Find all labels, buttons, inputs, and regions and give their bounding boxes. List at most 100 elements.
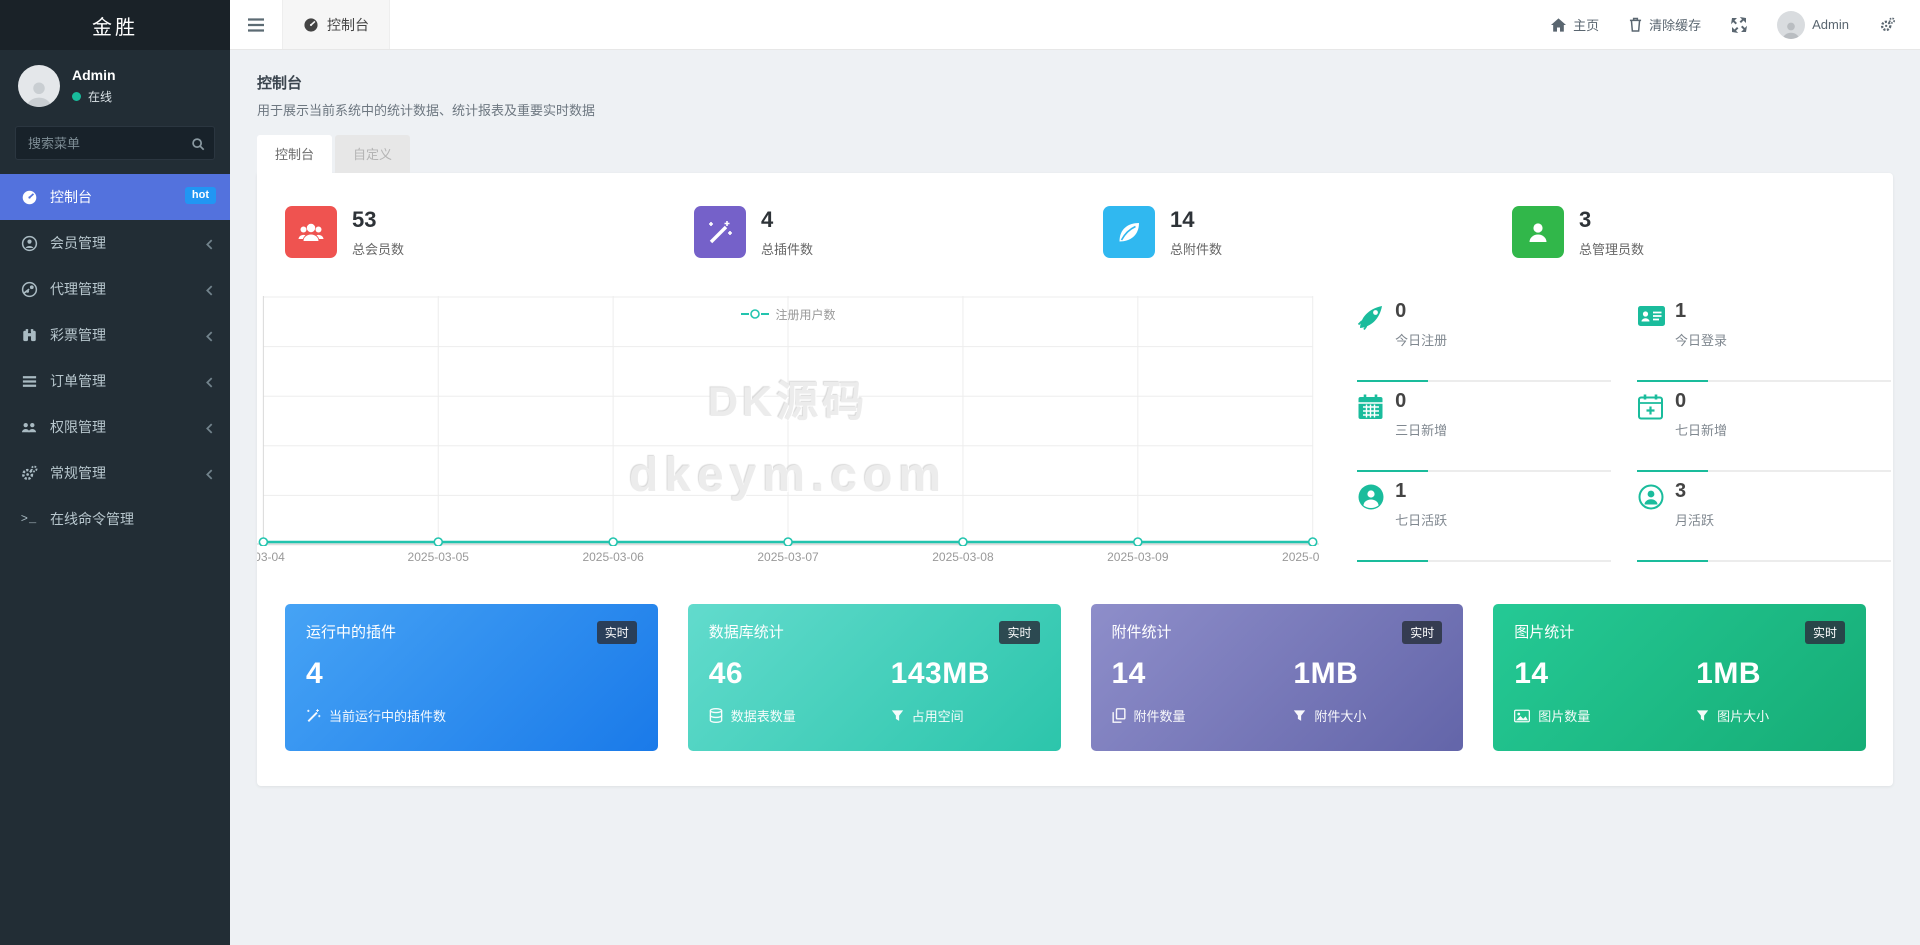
hot-badge: hot	[185, 187, 216, 204]
mini-stat-today-registered: 0今日注册	[1357, 296, 1611, 386]
mini-stat-underline	[1637, 470, 1891, 472]
sidebar-item-general[interactable]: 常规管理	[0, 450, 230, 496]
line-chart-plot[interactable]	[257, 296, 1319, 546]
binoculars-icon	[19, 327, 39, 344]
content-tabs: 控制台 自定义	[257, 135, 1893, 173]
image-icon	[1514, 709, 1530, 723]
mini-stat-7day-new: 0七日新增	[1637, 386, 1891, 476]
id-card-icon	[1637, 300, 1675, 380]
sidebar-item-permissions[interactable]: 权限管理	[0, 404, 230, 450]
mini-stat-3day-new: 0三日新增	[1357, 386, 1611, 476]
sidebar: 金胜 Admin 在线 控制台 hot 会员管理	[0, 0, 230, 945]
mini-stat-underline	[1357, 380, 1611, 382]
terminal-icon: >_	[19, 512, 39, 526]
card-running-plugins[interactable]: 运行中的插件实时 4 当前运行中的插件数	[285, 604, 658, 751]
sidebar-item-agents[interactable]: 代理管理	[0, 266, 230, 312]
mini-stat-underline	[1357, 560, 1611, 562]
summary-cards-row: 运行中的插件实时 4 当前运行中的插件数 数据库统计实时	[285, 604, 1866, 751]
sidebar-menu: 控制台 hot 会员管理 代理管理 彩票管理	[0, 174, 230, 542]
menu-search	[15, 126, 215, 160]
avatar	[18, 65, 60, 107]
copy-icon	[1112, 708, 1126, 723]
stat-total-attachments: 14总附件数	[1075, 206, 1484, 258]
dashboard-icon	[303, 17, 319, 33]
calendar-plus-icon	[1637, 390, 1675, 470]
realtime-badge: 实时	[999, 621, 1039, 644]
settings-button[interactable]	[1879, 17, 1896, 33]
registered-users-chart: 注册用户数 DK源码 dkeym.com 03-042025-03-052025…	[257, 296, 1319, 566]
search-input[interactable]	[15, 126, 215, 160]
chart-x-axis-labels: 03-042025-03-052025-03-062025-03-072025-…	[257, 546, 1319, 566]
realtime-badge: 实时	[597, 621, 637, 644]
magic-wand-icon	[306, 708, 321, 723]
fullscreen-button[interactable]	[1731, 17, 1747, 33]
sidebar-item-members[interactable]: 会员管理	[0, 220, 230, 266]
card-attachment-stats[interactable]: 附件统计实时 14 附件数量 1MB	[1091, 604, 1464, 751]
filter-icon	[1293, 709, 1306, 723]
topbar: 控制台 主页 清除缓存 Admin	[230, 0, 1920, 50]
topbar-user[interactable]: Admin	[1777, 11, 1849, 39]
sidebar-toggle-button[interactable]	[230, 0, 282, 49]
agent-icon	[19, 281, 39, 298]
list-icon	[19, 373, 39, 390]
members-icon	[285, 206, 337, 258]
app-logo: 金胜	[0, 0, 230, 50]
sidebar-item-orders[interactable]: 订单管理	[0, 358, 230, 404]
mini-stats-grid: 0今日注册 1今日登录	[1357, 296, 1891, 566]
admin-icon	[1512, 206, 1564, 258]
page-subtitle: 用于展示当前系统中的统计数据、统计报表及重要实时数据	[257, 100, 1893, 119]
filter-icon	[891, 709, 904, 723]
stat-total-members: 53总会员数	[257, 206, 666, 258]
chevron-left-icon	[205, 235, 214, 251]
chevron-left-icon	[205, 419, 214, 435]
realtime-badge: 实时	[1805, 621, 1845, 644]
mini-stat-today-login: 1今日登录	[1637, 296, 1891, 386]
cogs-icon	[19, 465, 39, 482]
leaf-icon	[1103, 206, 1155, 258]
mini-stat-underline	[1637, 380, 1891, 382]
avatar	[1777, 11, 1805, 39]
stat-total-admins: 3总管理员数	[1484, 206, 1893, 258]
page-title: 控制台	[257, 72, 1893, 93]
card-image-stats[interactable]: 图片统计实时 14 图片数量 1MB	[1493, 604, 1866, 751]
user-status: 在线	[72, 88, 116, 105]
member-icon	[19, 235, 39, 252]
sidebar-item-online-command[interactable]: >_ 在线命令管理	[0, 496, 230, 542]
database-icon	[709, 708, 723, 723]
online-dot-icon	[72, 92, 81, 101]
mini-stat-7day-active: 1七日活跃	[1357, 476, 1611, 566]
clear-cache-button[interactable]: 清除缓存	[1629, 15, 1701, 34]
users-group-icon	[19, 419, 39, 436]
mini-stat-month-active: 3月活跃	[1637, 476, 1891, 566]
user-circle-outline-icon	[1637, 480, 1675, 560]
chevron-left-icon	[205, 465, 214, 481]
trash-icon	[1629, 17, 1642, 32]
user-silhouette-icon	[24, 77, 54, 107]
stat-total-plugins: 4总插件数	[666, 206, 1075, 258]
topbar-tab-dashboard[interactable]: 控制台	[282, 0, 390, 49]
mini-stat-underline	[1357, 470, 1611, 472]
card-database-stats[interactable]: 数据库统计实时 46 数据表数量 143MB	[688, 604, 1061, 751]
sidebar-item-lottery[interactable]: 彩票管理	[0, 312, 230, 358]
search-icon	[191, 135, 205, 153]
dashboard-icon	[19, 189, 39, 206]
fullscreen-icon	[1731, 17, 1747, 33]
chevron-left-icon	[205, 327, 214, 343]
rocket-icon	[1357, 300, 1395, 380]
realtime-badge: 实时	[1402, 621, 1442, 644]
tab-dashboard[interactable]: 控制台	[257, 135, 332, 173]
chevron-left-icon	[205, 373, 214, 389]
user-panel: Admin 在线	[0, 50, 230, 120]
filter-icon	[1696, 709, 1709, 723]
gears-icon	[1879, 17, 1896, 33]
sidebar-item-dashboard[interactable]: 控制台 hot	[0, 174, 230, 220]
home-link[interactable]: 主页	[1551, 15, 1599, 34]
user-name: Admin	[72, 67, 116, 83]
tab-custom[interactable]: 自定义	[335, 135, 410, 173]
mini-stat-underline	[1637, 560, 1891, 562]
user-circle-icon	[1357, 480, 1395, 560]
stats-row: 53总会员数 4总插件数 14总附件数	[257, 206, 1893, 258]
chevron-left-icon	[205, 281, 214, 297]
dashboard-panel: 53总会员数 4总插件数 14总附件数	[257, 173, 1893, 786]
home-icon	[1551, 18, 1566, 32]
